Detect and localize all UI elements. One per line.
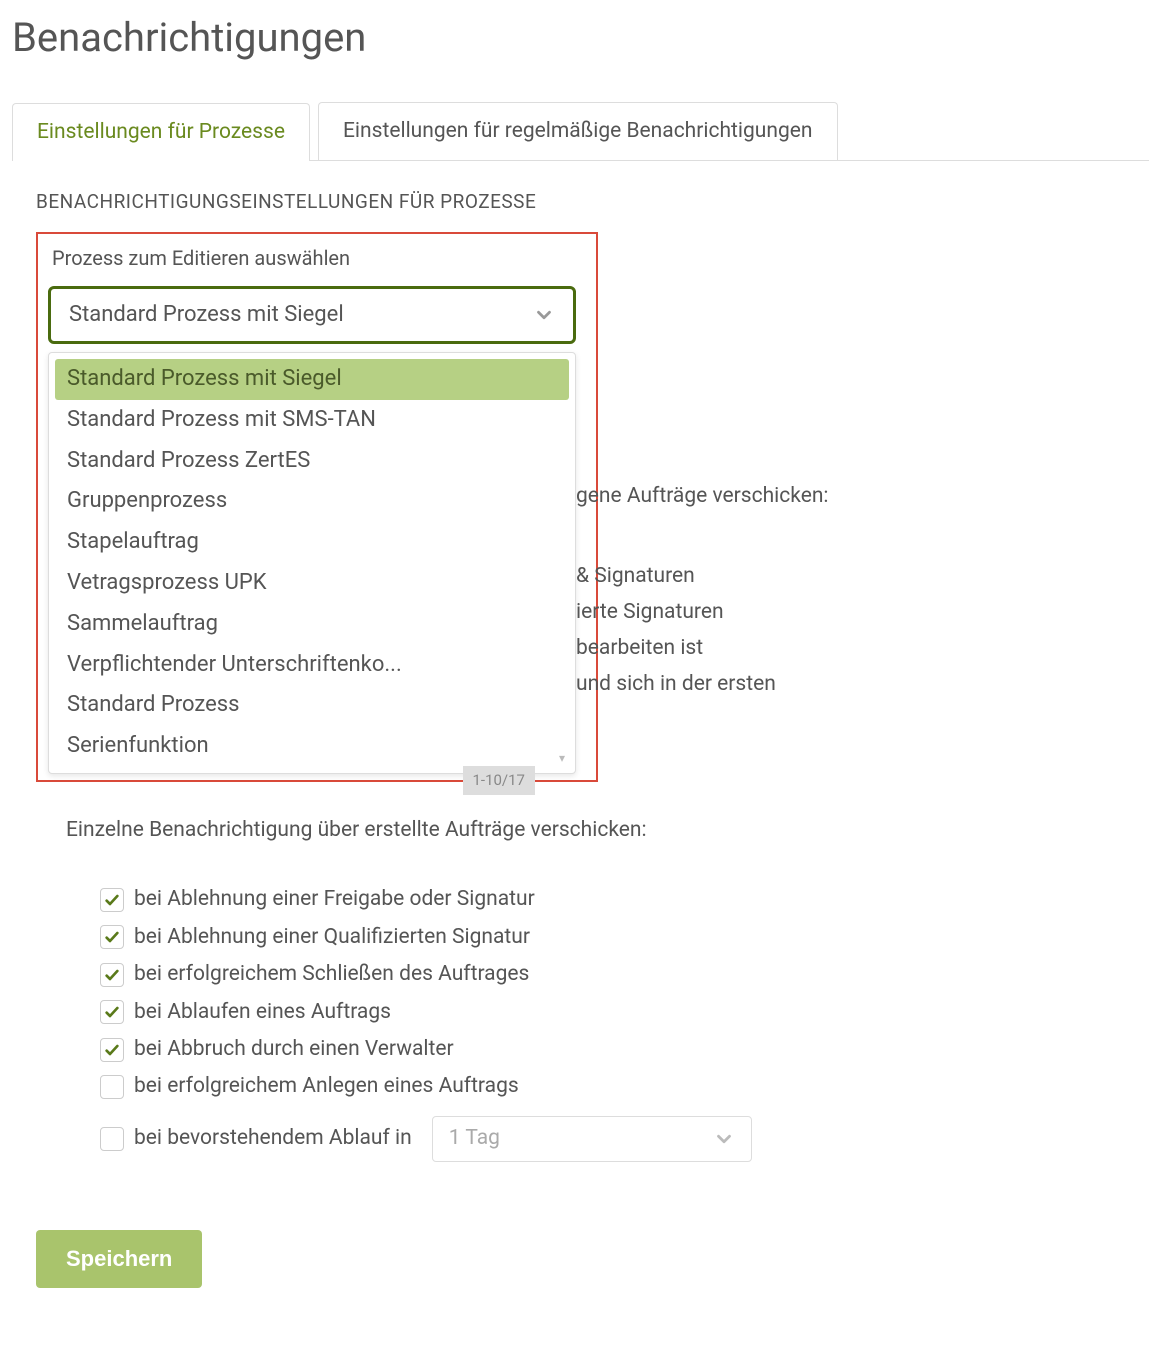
expiry-days-select[interactable]: 1 Tag <box>432 1116 752 1162</box>
checkbox-label: bei Ablaufen eines Auftrags <box>134 998 391 1027</box>
process-option[interactable]: Verpflichtender Unterschriftenko... <box>55 645 569 686</box>
save-button[interactable]: Speichern <box>36 1230 202 1288</box>
highlight-annotation: Prozess zum Editieren auswählen Standard… <box>36 232 598 782</box>
checkbox-label: bei erfolgreichem Schließen des Auftrage… <box>134 960 529 989</box>
checkbox-reject-approval[interactable] <box>100 888 124 912</box>
chevron-down-icon <box>533 304 555 326</box>
process-option[interactable]: Standard Prozess mit SMS-TAN <box>55 400 569 441</box>
tab-process-settings[interactable]: Einstellungen für Prozesse <box>12 103 310 161</box>
process-option[interactable]: Standard Prozess ZertES <box>55 441 569 482</box>
checkbox-label: bei Ablehnung einer Freigabe oder Signat… <box>134 885 535 914</box>
process-select-dropdown: Standard Prozess mit Siegel Standard Pro… <box>48 352 576 774</box>
process-select[interactable]: Standard Prozess mit Siegel <box>48 286 576 344</box>
section-title: BENACHRICHTIGUNGSEINSTELLUNGEN FÜR PROZE… <box>36 189 1125 216</box>
checkbox-expire[interactable] <box>100 1000 124 1024</box>
checkbox-label: bei erfolgreichem Anlegen eines Auftrags <box>134 1072 519 1101</box>
checkbox-label: bei Abbruch durch einen Verwalter <box>134 1035 454 1064</box>
page-title: Benachrichtigungen <box>12 10 1149 66</box>
checkbox-label: bei Ablehnung einer Qualifizierten Signa… <box>134 923 530 952</box>
process-option[interactable]: Standard Prozess <box>55 685 569 726</box>
process-select-label: Prozess zum Editieren auswählen <box>46 244 588 272</box>
process-option[interactable]: Serienfunktion <box>55 726 569 767</box>
process-select-value: Standard Prozess mit Siegel <box>69 300 344 331</box>
obscured-text: gene Aufträge verschicken: <box>576 482 829 511</box>
checkbox-reject-qualified[interactable] <box>100 925 124 949</box>
caret-down-icon: ▾ <box>559 750 565 767</box>
process-option[interactable]: Standard Prozess mit Siegel <box>55 359 569 400</box>
obscured-text: ierte Signaturen <box>576 598 724 627</box>
expiry-days-value: 1 Tag <box>449 1124 500 1153</box>
checkbox-admin-cancel[interactable] <box>100 1038 124 1062</box>
checkbox-close-success[interactable] <box>100 963 124 987</box>
obscured-text: und sich in der ersten <box>576 670 776 699</box>
checkbox-upcoming-expiry[interactable] <box>100 1127 124 1151</box>
checkbox-label: bei bevorstehendem Ablauf in <box>134 1124 412 1153</box>
process-option[interactable]: Gruppenprozess <box>55 481 569 522</box>
created-heading: Einzelne Benachrichtigung über erstellte… <box>66 816 1125 845</box>
process-option[interactable]: Stapelauftrag <box>55 522 569 563</box>
tabs: Einstellungen für Prozesse Einstellungen… <box>12 102 1149 161</box>
chevron-down-icon <box>713 1128 735 1150</box>
process-option[interactable]: Vetragsprozess UPK <box>55 563 569 604</box>
tab-periodic-settings[interactable]: Einstellungen für regelmäßige Benachrich… <box>318 102 838 160</box>
checkbox-create-success[interactable] <box>100 1075 124 1099</box>
process-option[interactable]: Sammelauftrag <box>55 604 569 645</box>
dropdown-pagination: 1-10/17 <box>463 766 536 795</box>
